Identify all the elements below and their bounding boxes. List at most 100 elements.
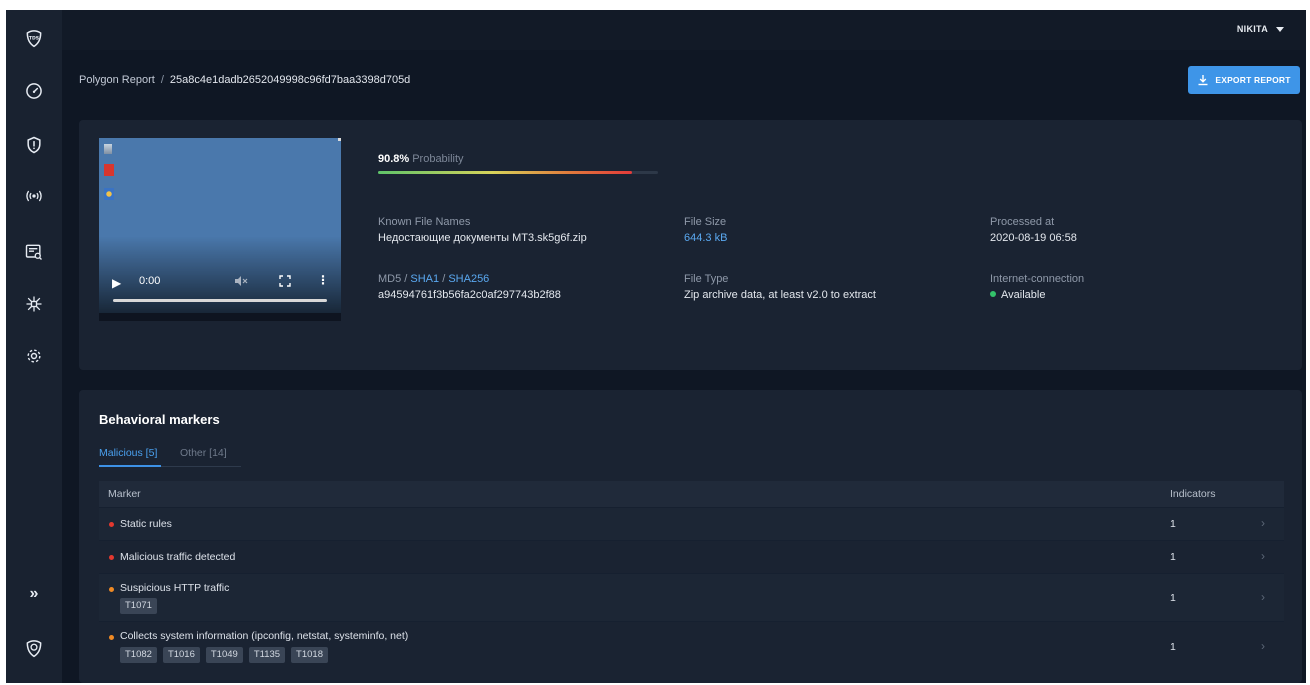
active-tab-underline	[99, 465, 161, 467]
hash-label-separator-2: /	[439, 273, 449, 285]
severity-critical-dot	[109, 555, 114, 560]
behavioral-markers-title: Behavioral markers	[99, 412, 220, 427]
technique-tag[interactable]: T1049	[205, 647, 243, 663]
hash-labels: MD5 / SHA1 / SHA256	[378, 273, 561, 285]
network-graph-icon	[26, 296, 42, 312]
video-player[interactable]: ▶ 0:00 ⋮	[99, 138, 341, 321]
sidebar-item-dashboard[interactable]	[20, 77, 48, 105]
expand-sidebar-button[interactable]: »	[20, 580, 48, 608]
tds-shield-logo: TDS	[26, 30, 42, 48]
severity-warning-dot	[109, 587, 114, 592]
probability-text: 90.8% Probability	[378, 153, 464, 165]
fullscreen-corners-icon	[279, 275, 291, 287]
table-row[interactable]: Static rules 1 ›	[99, 507, 1284, 540]
user-menu[interactable]: NIKITA	[1237, 24, 1284, 34]
video-controls-overlay	[99, 236, 341, 321]
table-row[interactable]: Collects system information (ipconfig, n…	[99, 621, 1284, 671]
marker-name: Static rules	[120, 518, 172, 530]
hash-label-sha256[interactable]: SHA256	[448, 273, 489, 285]
markers-table-header: Marker Indicators	[99, 481, 1284, 507]
tds-logo-icon[interactable]: TDS	[20, 24, 48, 52]
breadcrumb-root[interactable]: Polygon Report	[79, 74, 155, 86]
internet-connection-status: Available	[1001, 289, 1046, 301]
marker-tabs: Malicious [5] Other [14]	[99, 445, 241, 467]
file-size-field: File Size 644.3 kB	[684, 216, 727, 244]
speaker-muted-icon	[235, 276, 248, 286]
marker-indicators: 1	[1170, 641, 1176, 653]
markers-table-body: Static rules 1 › Malicious traffic detec…	[99, 507, 1284, 671]
chevron-right-icon[interactable]: ›	[1261, 549, 1265, 563]
marker-name: Collects system information (ipconfig, n…	[120, 630, 409, 642]
internet-connection-label: Internet-connection	[990, 273, 1085, 285]
hash-label-md5[interactable]: MD5	[378, 273, 401, 285]
sidebar-item-reports[interactable]	[20, 238, 48, 266]
wireless-signal-icon	[26, 190, 42, 202]
sidebar-item-network[interactable]	[20, 182, 48, 210]
known-file-names-value: Недостающие документы МТ3.sk5g6f.zip	[378, 232, 587, 244]
technique-tag[interactable]: T1071	[120, 598, 157, 614]
report-search-icon	[25, 244, 42, 260]
double-chevron-right-icon: »	[29, 585, 39, 602]
tab-malicious[interactable]: Malicious [5]	[99, 447, 157, 459]
internet-connection-value: Available	[990, 289, 1084, 301]
caret-down-icon	[1276, 26, 1284, 32]
desktop-app-icon	[104, 188, 114, 200]
probability-label: Probability	[412, 153, 464, 165]
hash-label-sha1[interactable]: SHA1	[410, 273, 439, 285]
table-row[interactable]: Suspicious HTTP traffic T1071 1 ›	[99, 573, 1284, 621]
gear-icon	[27, 349, 41, 363]
marker-name: Suspicious HTTP traffic	[120, 582, 230, 594]
breadcrumb-separator: /	[160, 74, 164, 86]
chevron-right-icon[interactable]: ›	[1261, 516, 1265, 530]
known-file-names-field: Known File Names Недостающие документы М…	[378, 216, 587, 244]
circular-logo-icon	[26, 640, 42, 658]
marker-indicators: 1	[1170, 592, 1176, 604]
probability-value: 90.8%	[378, 153, 410, 165]
markers-table: Marker Indicators Static rules 1 › Malic…	[99, 481, 1284, 671]
sidebar: TDS »	[6, 10, 62, 683]
marker-indicators: 1	[1170, 518, 1176, 530]
processed-at-value: 2020-08-19 06:58	[990, 232, 1077, 244]
technique-tag[interactable]: T1018	[291, 647, 328, 663]
fullscreen-icon[interactable]	[279, 275, 291, 290]
marker-name: Malicious traffic detected	[120, 551, 236, 563]
video-time: 0:00	[139, 275, 161, 287]
desktop-pdf-icon	[104, 164, 114, 176]
behavioral-markers-card: Behavioral markers Malicious [5] Other […	[79, 390, 1302, 683]
technique-tag[interactable]: T1082	[120, 647, 157, 663]
probability-bar	[378, 171, 658, 174]
chevron-right-icon[interactable]: ›	[1261, 639, 1265, 653]
sidebar-item-threats[interactable]	[20, 131, 48, 159]
marker-indicators: 1	[1170, 551, 1176, 563]
video-corner-mark	[338, 138, 341, 141]
bottom-logo-button[interactable]	[20, 634, 48, 662]
export-report-button[interactable]: EXPORT REPORT	[1188, 66, 1300, 94]
file-size-value[interactable]: 644.3 kB	[684, 232, 727, 244]
severity-critical-dot	[109, 522, 114, 527]
tab-other[interactable]: Other [14]	[180, 447, 227, 459]
column-header-marker[interactable]: Marker	[108, 488, 141, 500]
chevron-right-icon[interactable]: ›	[1261, 590, 1265, 604]
dashboard-gauge-icon	[26, 83, 42, 99]
file-type-field: File Type Zip archive data, at least v2.…	[684, 273, 876, 301]
mute-icon[interactable]	[234, 275, 248, 290]
sidebar-item-settings[interactable]	[20, 342, 48, 370]
technique-tag[interactable]: T1135	[248, 647, 286, 663]
sidebar-item-graph[interactable]	[20, 290, 48, 318]
more-options-icon[interactable]: ⋮	[317, 273, 329, 287]
hash-field: MD5 / SHA1 / SHA256 a94594761f3b56fa2c0a…	[378, 273, 561, 301]
video-bottom-strip	[99, 313, 341, 321]
technique-tag[interactable]: T1016	[162, 647, 200, 663]
top-bar: NIKITA	[62, 10, 1306, 50]
technique-tags: T1071	[120, 598, 157, 614]
column-header-indicators[interactable]: Indicators	[1170, 488, 1216, 500]
file-type-value: Zip archive data, at least v2.0 to extra…	[684, 289, 876, 301]
play-icon[interactable]: ▶	[112, 276, 121, 290]
video-progress-bar[interactable]	[113, 299, 327, 302]
breadcrumb: Polygon Report / 25a8c4e1dadb2652049998c96…	[79, 74, 410, 86]
technique-tags: T1082 T1016 T1049 T1135 T1018	[120, 647, 328, 663]
table-row[interactable]: Malicious traffic detected 1 ›	[99, 540, 1284, 573]
download-icon	[1198, 75, 1208, 86]
processed-at-field: Processed at 2020-08-19 06:58	[990, 216, 1077, 244]
status-ok-dot	[990, 291, 996, 297]
